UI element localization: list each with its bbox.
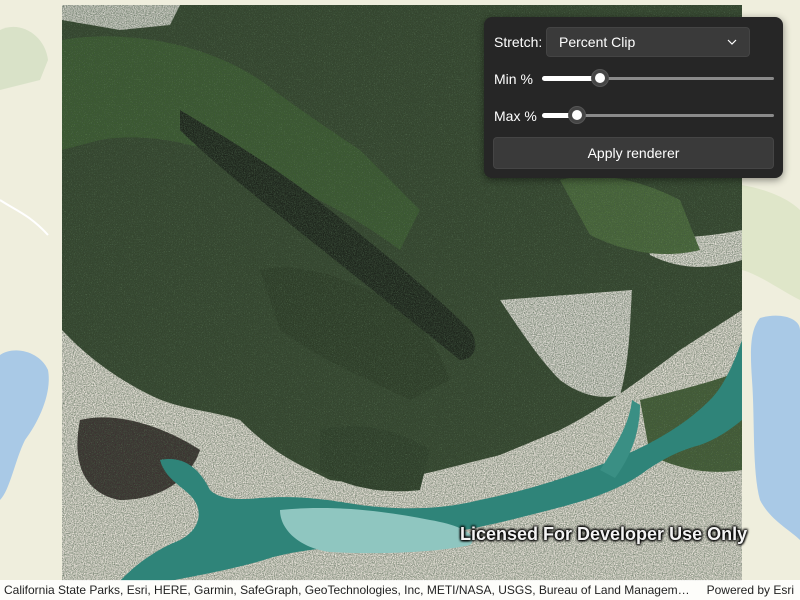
min-slider-thumb[interactable]	[591, 69, 609, 87]
stretch-dropdown[interactable]: Percent Clip	[546, 27, 750, 57]
developer-watermark: Licensed For Developer Use Only	[460, 524, 748, 544]
max-slider-thumb[interactable]	[568, 106, 586, 124]
renderer-panel: Stretch: Percent Clip Min % Max % Apply …	[484, 17, 783, 178]
powered-by-esri[interactable]: Powered by Esri	[695, 583, 800, 597]
min-percent-slider[interactable]	[542, 69, 774, 87]
stretch-value: Percent Clip	[559, 34, 636, 50]
chevron-down-icon	[727, 39, 737, 45]
apply-renderer-button[interactable]: Apply renderer	[493, 137, 774, 169]
attribution-text[interactable]: California State Parks, Esri, HERE, Garm…	[0, 583, 695, 597]
stretch-row: Stretch:	[494, 34, 542, 50]
min-label: Min %	[494, 71, 533, 87]
attribution-bar: California State Parks, Esri, HERE, Garm…	[0, 580, 800, 600]
max-row: Max %	[494, 108, 537, 124]
stretch-label: Stretch:	[494, 34, 543, 50]
min-row: Min %	[494, 71, 533, 87]
max-label: Max %	[494, 108, 537, 124]
max-percent-slider[interactable]	[542, 106, 774, 124]
